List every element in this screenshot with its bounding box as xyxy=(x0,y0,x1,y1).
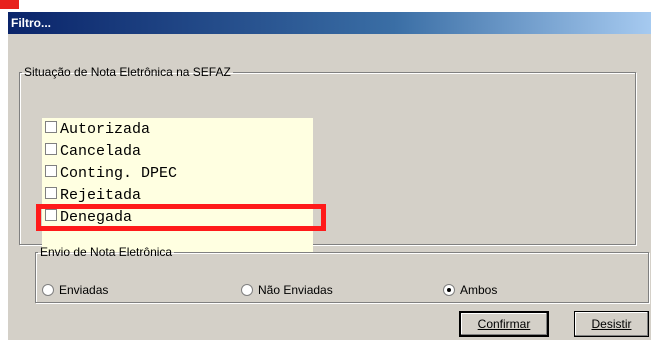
envio-group: Envio de Nota Eletrônica Enviadas Não En… xyxy=(35,245,649,303)
situacao-group: Situação de Nota Eletrônica na SEFAZ Aut… xyxy=(19,65,636,252)
checkbox-icon[interactable] xyxy=(45,143,57,156)
radio-label: Ambos xyxy=(460,283,498,297)
title-bar[interactable]: Filtro... xyxy=(8,12,651,34)
cancel-button-label: Desistir xyxy=(591,317,632,331)
checkbox-icon[interactable] xyxy=(45,165,57,178)
confirm-button-label: Confirmar xyxy=(477,317,531,331)
highlight-box xyxy=(36,204,326,231)
confirm-button[interactable]: Confirmar xyxy=(459,311,549,337)
checkbox-item-cancelada[interactable]: Cancelada xyxy=(45,141,141,163)
checkbox-item-conting-dpec[interactable]: Conting. DPEC xyxy=(45,163,177,185)
radio-enviadas[interactable]: Enviadas xyxy=(42,283,108,297)
checkbox-label: Conting. DPEC xyxy=(60,165,178,182)
radio-icon[interactable] xyxy=(42,283,54,296)
cancel-button[interactable]: Desistir xyxy=(574,311,649,337)
checkbox-icon[interactable] xyxy=(45,187,57,200)
envio-group-legend: Envio de Nota Eletrônica xyxy=(40,245,173,259)
radio-icon[interactable] xyxy=(241,283,253,296)
radio-checked-icon[interactable] xyxy=(443,283,455,296)
red-corner-mark xyxy=(0,0,19,9)
radio-label: Enviadas xyxy=(59,283,109,297)
situacao-listbox[interactable]: Autorizada Cancelada Conting. DPEC Rejei… xyxy=(42,118,313,252)
checkbox-icon[interactable] xyxy=(45,121,57,134)
checkbox-label: Rejeitada xyxy=(60,187,142,204)
radio-label: Não Enviadas xyxy=(258,283,333,297)
checkbox-label: Cancelada xyxy=(60,143,142,160)
checkbox-label: Autorizada xyxy=(60,121,151,138)
radio-ambos[interactable]: Ambos xyxy=(443,283,497,297)
radio-nao-enviadas[interactable]: Não Enviadas xyxy=(241,283,333,297)
filter-dialog: Filtro... Situação de Nota Eletrônica na… xyxy=(7,11,651,340)
checkbox-item-autorizada[interactable]: Autorizada xyxy=(45,119,150,141)
situacao-group-legend: Situação de Nota Eletrônica na SEFAZ xyxy=(24,65,231,79)
window-title: Filtro... xyxy=(11,16,51,30)
